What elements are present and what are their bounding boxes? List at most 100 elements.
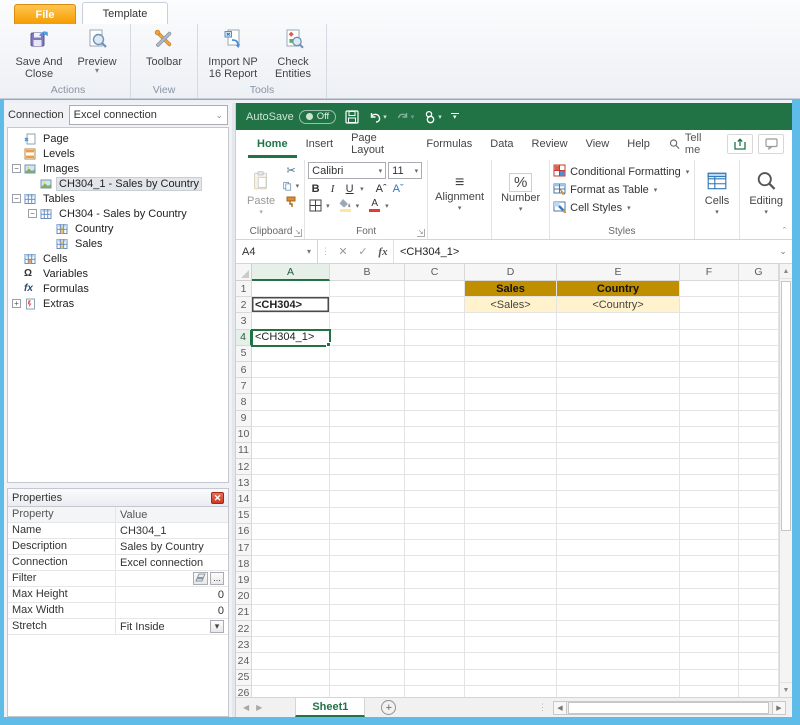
expander-minus-icon[interactable]: − (28, 209, 37, 218)
ellipsis-button[interactable]: ... (210, 572, 224, 585)
cell-B14[interactable] (330, 491, 405, 507)
cell-F19[interactable] (680, 572, 739, 588)
cell-C7[interactable] (405, 378, 465, 394)
cell-E24[interactable] (557, 653, 680, 669)
cell-C5[interactable] (405, 346, 465, 362)
cell-F2[interactable] (680, 297, 739, 313)
cell-C6[interactable] (405, 362, 465, 378)
cancel-icon[interactable]: ✕ (333, 245, 353, 258)
eraser-icon[interactable] (193, 572, 208, 585)
cell-F14[interactable] (680, 491, 739, 507)
scroll-left-icon[interactable]: ◀ (553, 701, 567, 715)
cell-E18[interactable] (557, 556, 680, 572)
cell-F12[interactable] (680, 459, 739, 475)
format-painter-icon[interactable] (283, 195, 299, 209)
cell-C1[interactable] (405, 281, 465, 297)
col-header-B[interactable]: B (330, 264, 405, 281)
cell-A19[interactable] (252, 572, 330, 588)
format-as-table-button[interactable]: Format as Table▾ (553, 181, 691, 198)
cell-A12[interactable] (252, 459, 330, 475)
excel-tab-insert[interactable]: Insert (297, 130, 343, 158)
cell-E19[interactable] (557, 572, 680, 588)
editing-button[interactable]: Editing ▾ (743, 161, 789, 225)
cell-C13[interactable] (405, 475, 465, 491)
cells-button[interactable]: Cells ▾ (698, 161, 737, 225)
cell-B15[interactable] (330, 508, 405, 524)
cell-E25[interactable] (557, 670, 680, 686)
cell-D26[interactable] (465, 686, 557, 697)
cell-B7[interactable] (330, 378, 405, 394)
cell-C22[interactable] (405, 621, 465, 637)
cell-A25[interactable] (252, 670, 330, 686)
cell-B25[interactable] (330, 670, 405, 686)
paste-button[interactable]: Paste ▾ (241, 161, 281, 225)
cell-E5[interactable] (557, 346, 680, 362)
vertical-scrollbar[interactable]: ▲ ▼ (779, 264, 792, 697)
expander-minus-icon[interactable]: − (12, 164, 21, 173)
cell-G2[interactable] (739, 297, 779, 313)
property-value-max-width[interactable]: 0 (116, 603, 228, 618)
expander-minus-icon[interactable]: − (12, 194, 21, 203)
fill-color-button[interactable] (338, 198, 353, 213)
col-header-E[interactable]: E (557, 264, 680, 281)
cell-C14[interactable] (405, 491, 465, 507)
cell-B21[interactable] (330, 605, 405, 621)
cell-A7[interactable] (252, 378, 330, 394)
cell-D25[interactable] (465, 670, 557, 686)
scroll-right-icon[interactable]: ▶ (772, 701, 786, 715)
horizontal-scrollbar-thumb[interactable] (568, 702, 769, 714)
cell-C19[interactable] (405, 572, 465, 588)
cell-G18[interactable] (739, 556, 779, 572)
enter-icon[interactable]: ✓ (353, 245, 373, 258)
cell-A18[interactable] (252, 556, 330, 572)
row-header-15[interactable]: 15 (236, 508, 252, 524)
cell-E2[interactable]: <Country> (557, 297, 680, 313)
cell-B2[interactable] (330, 297, 405, 313)
cell-C23[interactable] (405, 637, 465, 653)
cell-E9[interactable] (557, 411, 680, 427)
cell-G23[interactable] (739, 637, 779, 653)
chevron-down-icon[interactable]: ▾ (210, 620, 224, 633)
row-header-22[interactable]: 22 (236, 621, 252, 637)
conditional-formatting-button[interactable]: Conditional Formatting▾ (553, 163, 691, 180)
cell-B17[interactable] (330, 540, 405, 556)
cell-G15[interactable] (739, 508, 779, 524)
preview-dropdown-icon[interactable]: ▾ (95, 68, 99, 74)
tree-item-tables[interactable]: −Tables (8, 191, 228, 206)
row-header-18[interactable]: 18 (236, 556, 252, 572)
cell-D18[interactable] (465, 556, 557, 572)
cell-F9[interactable] (680, 411, 739, 427)
cell-E7[interactable] (557, 378, 680, 394)
row-header-11[interactable]: 11 (236, 443, 252, 459)
cell-B23[interactable] (330, 637, 405, 653)
sheet-tab-sheet1[interactable]: Sheet1 (295, 698, 365, 717)
excel-tab-view[interactable]: View (577, 130, 619, 158)
sheetbar-drag-handle[interactable]: ⋮ (532, 702, 553, 713)
cell-G25[interactable] (739, 670, 779, 686)
col-header-F[interactable]: F (680, 264, 739, 281)
redo-button[interactable]: ▾ (396, 110, 415, 124)
cell-B12[interactable] (330, 459, 405, 475)
cell-D24[interactable] (465, 653, 557, 669)
cell-E13[interactable] (557, 475, 680, 491)
cell-G14[interactable] (739, 491, 779, 507)
cell-D16[interactable] (465, 524, 557, 540)
tab-file[interactable]: File (14, 4, 76, 24)
cell-G19[interactable] (739, 572, 779, 588)
cell-F22[interactable] (680, 621, 739, 637)
cell-B3[interactable] (330, 313, 405, 329)
tree-item-ch304-sales-by-country[interactable]: −CH304 - Sales by Country (8, 206, 228, 221)
row-header-16[interactable]: 16 (236, 524, 252, 540)
cell-B22[interactable] (330, 621, 405, 637)
cell-A14[interactable] (252, 491, 330, 507)
cell-C20[interactable] (405, 589, 465, 605)
tree-item-levels[interactable]: Levels (8, 146, 228, 161)
dialog-launcher-icon[interactable]: ↘ (417, 229, 425, 237)
row-header-1[interactable]: 1 (236, 281, 252, 297)
cell-D13[interactable] (465, 475, 557, 491)
cell-A22[interactable] (252, 621, 330, 637)
collapse-ribbon-icon[interactable]: ˆ (783, 226, 786, 236)
insert-function-icon[interactable]: fx (373, 246, 393, 258)
col-header-C[interactable]: C (405, 264, 465, 281)
excel-tab-formulas[interactable]: Formulas (417, 130, 481, 158)
